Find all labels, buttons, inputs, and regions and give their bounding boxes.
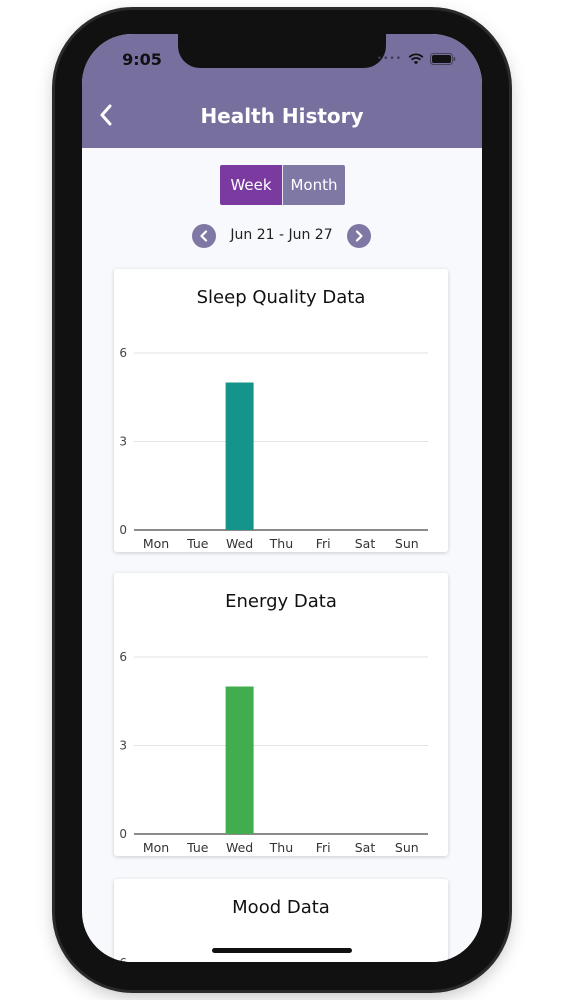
month-tab[interactable]: Month [282, 165, 345, 205]
y-tick-label: 6 [119, 650, 127, 664]
chevron-right-icon [355, 230, 363, 242]
y-tick-label: 3 [119, 435, 127, 449]
previous-week-button[interactable] [192, 224, 216, 248]
sleep-quality-chart: 0 3 6 Mon Tue Wed Thu Fri Sat Sun [119, 346, 428, 551]
period-toggle: Week Month [220, 165, 345, 205]
y-tick-label: 3 [119, 739, 127, 753]
page-title: Health History [200, 104, 364, 128]
x-tick-label: Wed [226, 536, 253, 551]
phone-screen: 9:05 •••• Health History Week Month Jun … [82, 34, 482, 962]
x-tick-label: Thu [269, 840, 293, 855]
y-tick-label: 0 [119, 523, 127, 537]
status-time: 9:05 [122, 50, 162, 69]
x-tick-label: Mon [143, 536, 169, 551]
x-tick-label: Fri [316, 840, 331, 855]
sleep-quality-card: Sleep Quality Data 0 3 6 Mon Tue Wed Thu Fri Sat… [114, 269, 448, 552]
x-tick-label: Wed [226, 840, 253, 855]
x-tick-label: Sun [395, 840, 419, 855]
app-header: 9:05 •••• Health History [82, 34, 482, 148]
signal-icon: •••• [376, 54, 402, 64]
x-tick-label: Tue [186, 536, 209, 551]
x-tick-label: Sun [395, 536, 419, 551]
bar-wed[interactable] [225, 382, 254, 531]
energy-card: Energy Data 0 3 6 Mon Tue Wed Thu Fri Sat Sun [114, 573, 448, 856]
x-tick-label: Fri [316, 536, 331, 551]
x-tick-label: Mon [143, 840, 169, 855]
date-navigator: Jun 21 - Jun 27 [82, 223, 482, 249]
notch [178, 34, 386, 68]
week-tab[interactable]: Week [220, 165, 282, 205]
next-week-button[interactable] [347, 224, 371, 248]
x-tick-label: Sat [355, 840, 376, 855]
y-tick-label: 6 [119, 956, 127, 962]
energy-chart: 0 3 6 Mon Tue Wed Thu Fri Sat Sun [119, 650, 428, 855]
x-tick-label: Sat [355, 536, 376, 551]
bar-wed[interactable] [225, 686, 254, 835]
status-icons: •••• [377, 52, 456, 66]
y-tick-label: 0 [119, 827, 127, 841]
x-tick-label: Thu [269, 536, 293, 551]
chevron-left-icon [200, 230, 208, 242]
home-indicator [212, 948, 352, 953]
battery-icon [430, 53, 456, 65]
y-tick-label: 6 [119, 346, 127, 360]
date-range: Jun 21 - Jun 27 [230, 227, 333, 243]
wifi-icon [408, 53, 424, 65]
x-tick-label: Tue [186, 840, 209, 855]
